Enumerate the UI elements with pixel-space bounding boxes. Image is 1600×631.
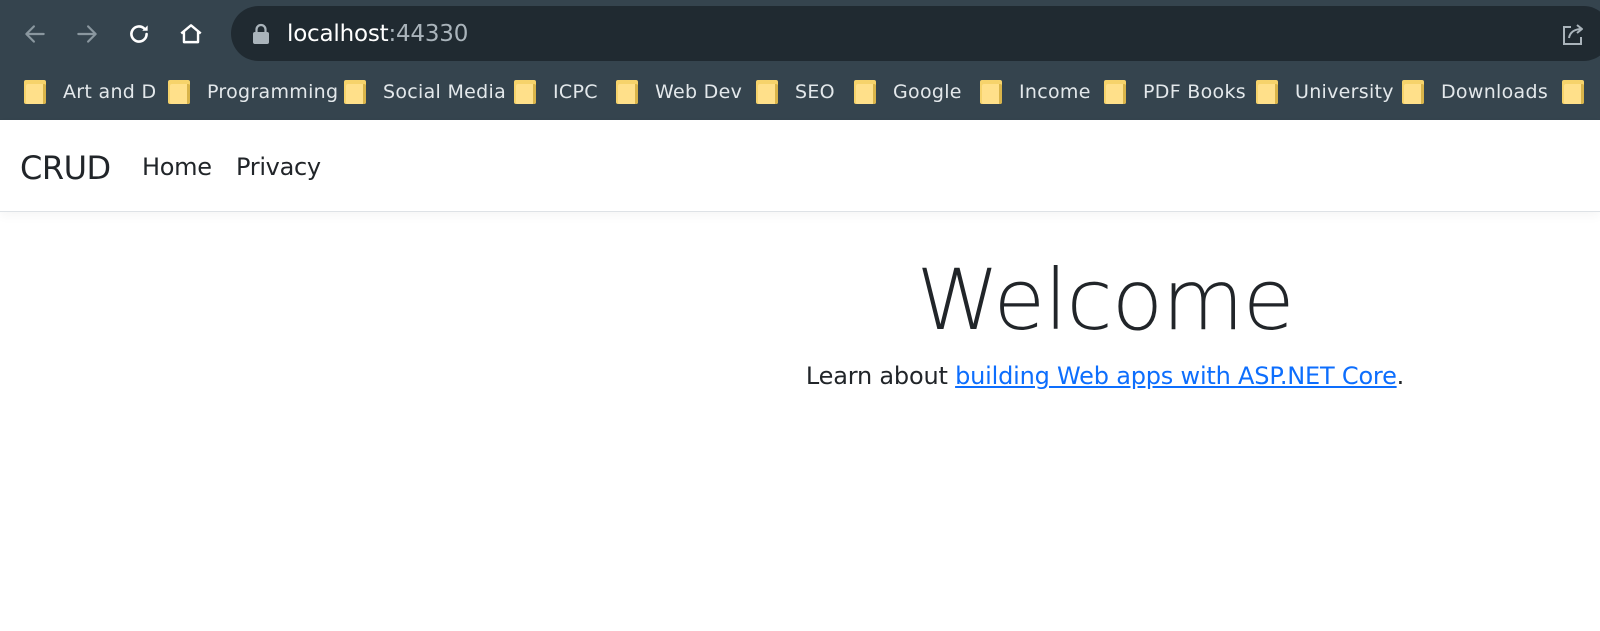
forward-button[interactable] xyxy=(66,13,108,55)
bookmark-web-dev[interactable]: Web Dev xyxy=(616,77,742,107)
bookmark-label: SEO xyxy=(795,81,835,103)
folder-icon xyxy=(1256,80,1278,104)
url-text: localhost:44330 xyxy=(287,19,468,49)
site-navbar: CRUD Home Privacy xyxy=(0,120,1600,212)
page-title: Welcome xyxy=(916,251,1294,349)
bookmark-label: Downloads xyxy=(1441,81,1549,103)
folder-icon xyxy=(756,80,778,104)
nav-home-link[interactable]: Home xyxy=(142,153,212,181)
reload-icon xyxy=(130,25,148,43)
folder-icon xyxy=(1104,80,1126,104)
bookmark-label: Art and D xyxy=(63,81,157,103)
nav-privacy-link[interactable]: Privacy xyxy=(236,153,321,181)
bookmark-overflow[interactable] xyxy=(1562,77,1600,107)
bookmark-label: Web Dev xyxy=(655,81,743,103)
brand-link[interactable]: CRUD xyxy=(20,149,111,187)
folder-icon xyxy=(514,80,536,104)
bookmark-label: Social Media xyxy=(383,81,507,103)
bookmark-downloads[interactable]: Downloads xyxy=(1402,77,1548,107)
learn-prefix: Learn about xyxy=(805,362,956,390)
folder-icon xyxy=(344,80,366,104)
address-bar[interactable]: localhost:44330 xyxy=(231,6,1600,61)
aspnet-docs-link[interactable]: building Web apps with ASP.NET Core xyxy=(955,362,1397,390)
arrow-left-icon xyxy=(25,25,45,43)
folder-icon xyxy=(1562,80,1584,104)
main-content: Welcome Learn about building Web apps wi… xyxy=(0,212,1600,631)
bookmark-icpc[interactable]: ICPC xyxy=(514,77,598,107)
bookmark-label: ICPC xyxy=(553,81,598,103)
bookmark-pdf-books[interactable]: PDF Books xyxy=(1104,77,1246,107)
home-icon xyxy=(180,24,202,44)
bookmark-university[interactable]: University xyxy=(1256,77,1394,107)
bookmark-label: PDF Books xyxy=(1143,81,1246,103)
folder-icon xyxy=(24,80,46,104)
learn-suffix: . xyxy=(1396,362,1405,390)
arrow-right-icon xyxy=(77,25,97,43)
bookmark-label: Programming xyxy=(207,81,339,103)
bookmark-label: University xyxy=(1295,81,1394,103)
lock-icon xyxy=(253,23,269,44)
folder-icon xyxy=(854,80,876,104)
bookmark-art-and-d[interactable]: Art and D xyxy=(24,77,156,107)
browser-toolbar: localhost:44330 xyxy=(0,0,1600,66)
share-icon[interactable] xyxy=(1560,22,1586,48)
folder-icon xyxy=(980,80,1002,104)
bookmark-income[interactable]: Income xyxy=(980,77,1091,107)
bookmark-label: Google xyxy=(893,81,962,103)
bookmark-google[interactable]: Google xyxy=(854,77,962,107)
bookmark-social-media[interactable]: Social Media xyxy=(344,77,506,107)
back-button[interactable] xyxy=(14,13,56,55)
home-button[interactable] xyxy=(170,13,212,55)
reload-button[interactable] xyxy=(118,13,160,55)
bookmark-seo[interactable]: SEO xyxy=(756,77,835,107)
bookmark-label: Income xyxy=(1019,81,1091,103)
bookmarks-bar: Art and D Programming Social Media ICPC … xyxy=(0,66,1600,120)
folder-icon xyxy=(1402,80,1424,104)
url-port: :44330 xyxy=(388,21,469,47)
folder-icon xyxy=(616,80,638,104)
learn-about-text: Learn about building Web apps with ASP.N… xyxy=(0,362,1600,390)
folder-icon xyxy=(168,80,190,104)
url-host: localhost xyxy=(287,21,389,47)
bookmark-programming[interactable]: Programming xyxy=(168,77,338,107)
